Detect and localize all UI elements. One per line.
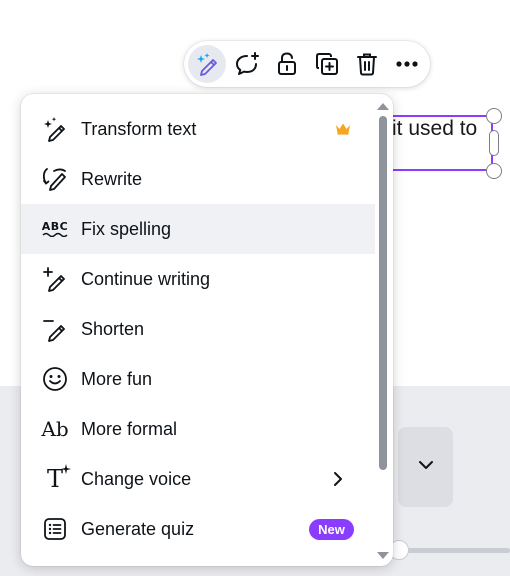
magic-write-button[interactable] xyxy=(188,45,226,83)
menu-item-fix-spelling[interactable]: ABC Fix spelling xyxy=(21,204,375,254)
magic-pen-icon xyxy=(41,116,69,142)
delete-button[interactable] xyxy=(348,45,386,83)
add-comment-button[interactable] xyxy=(228,45,266,83)
menu-item-label: Change voice xyxy=(81,469,192,489)
magic-write-menu: Transform text Rewrite ABC Fix spelling xyxy=(21,94,393,566)
magic-pen-icon xyxy=(197,53,217,76)
menu-item-label: More formal xyxy=(81,419,178,439)
smiley-icon xyxy=(41,366,69,392)
menu-item-shorten[interactable]: Shorten xyxy=(21,304,375,354)
menu-item-label: Shorten xyxy=(81,319,145,339)
dropdown-toggle[interactable] xyxy=(398,427,453,507)
menu-item-more-fun[interactable]: More fun xyxy=(21,354,375,404)
spellcheck-icon: ABC xyxy=(41,216,69,242)
canvas-text-element[interactable]: it used to xyxy=(392,117,477,141)
scroll-up-arrow[interactable] xyxy=(376,102,390,112)
menu-item-rewrite[interactable]: Rewrite xyxy=(21,154,375,204)
shorten-icon xyxy=(41,316,69,342)
scroll-down-arrow[interactable] xyxy=(376,550,390,560)
menu-item-generate-quiz[interactable]: Generate quiz New xyxy=(21,504,375,554)
menu-scrollbar-thumb[interactable] xyxy=(379,116,387,470)
quiz-icon xyxy=(41,516,69,542)
more-icon xyxy=(396,61,418,67)
menu-item-label: Continue writing xyxy=(81,269,211,289)
menu-item-label: More fun xyxy=(81,369,153,389)
more-options-button[interactable] xyxy=(388,45,426,83)
continue-writing-icon xyxy=(41,266,69,292)
chevron-right-icon xyxy=(334,472,342,486)
resize-handle-right[interactable] xyxy=(489,130,499,156)
resize-handle-bottom-right[interactable] xyxy=(486,163,502,179)
floating-toolbar xyxy=(184,41,430,87)
unlock-icon xyxy=(278,52,296,75)
crown-icon xyxy=(336,123,350,135)
duplicate-button[interactable] xyxy=(308,45,346,83)
menu-item-label: Transform text xyxy=(81,119,197,139)
new-badge: New xyxy=(309,519,354,540)
menu-item-change-voice[interactable]: T Change voice xyxy=(21,454,375,504)
duplicate-icon xyxy=(316,53,338,75)
menu-item-more-formal[interactable]: Ab More formal xyxy=(21,404,375,454)
menu-item-transform-text[interactable]: Transform text xyxy=(21,104,375,154)
lock-button[interactable] xyxy=(268,45,306,83)
menu-item-label: Generate quiz xyxy=(81,519,195,539)
formal-text-icon: Ab xyxy=(41,417,69,441)
voice-icon: T xyxy=(41,464,71,493)
menu-item-label: Fix spelling xyxy=(81,219,172,239)
comment-add-icon xyxy=(236,52,259,75)
resize-handle-top-right[interactable] xyxy=(486,108,502,124)
trash-icon xyxy=(357,53,377,76)
chevron-down-icon xyxy=(419,461,433,469)
menu-item-continue-writing[interactable]: Continue writing xyxy=(21,254,375,304)
rewrite-icon xyxy=(41,166,69,192)
slider-track[interactable] xyxy=(392,548,510,553)
menu-item-label: Rewrite xyxy=(81,169,143,189)
